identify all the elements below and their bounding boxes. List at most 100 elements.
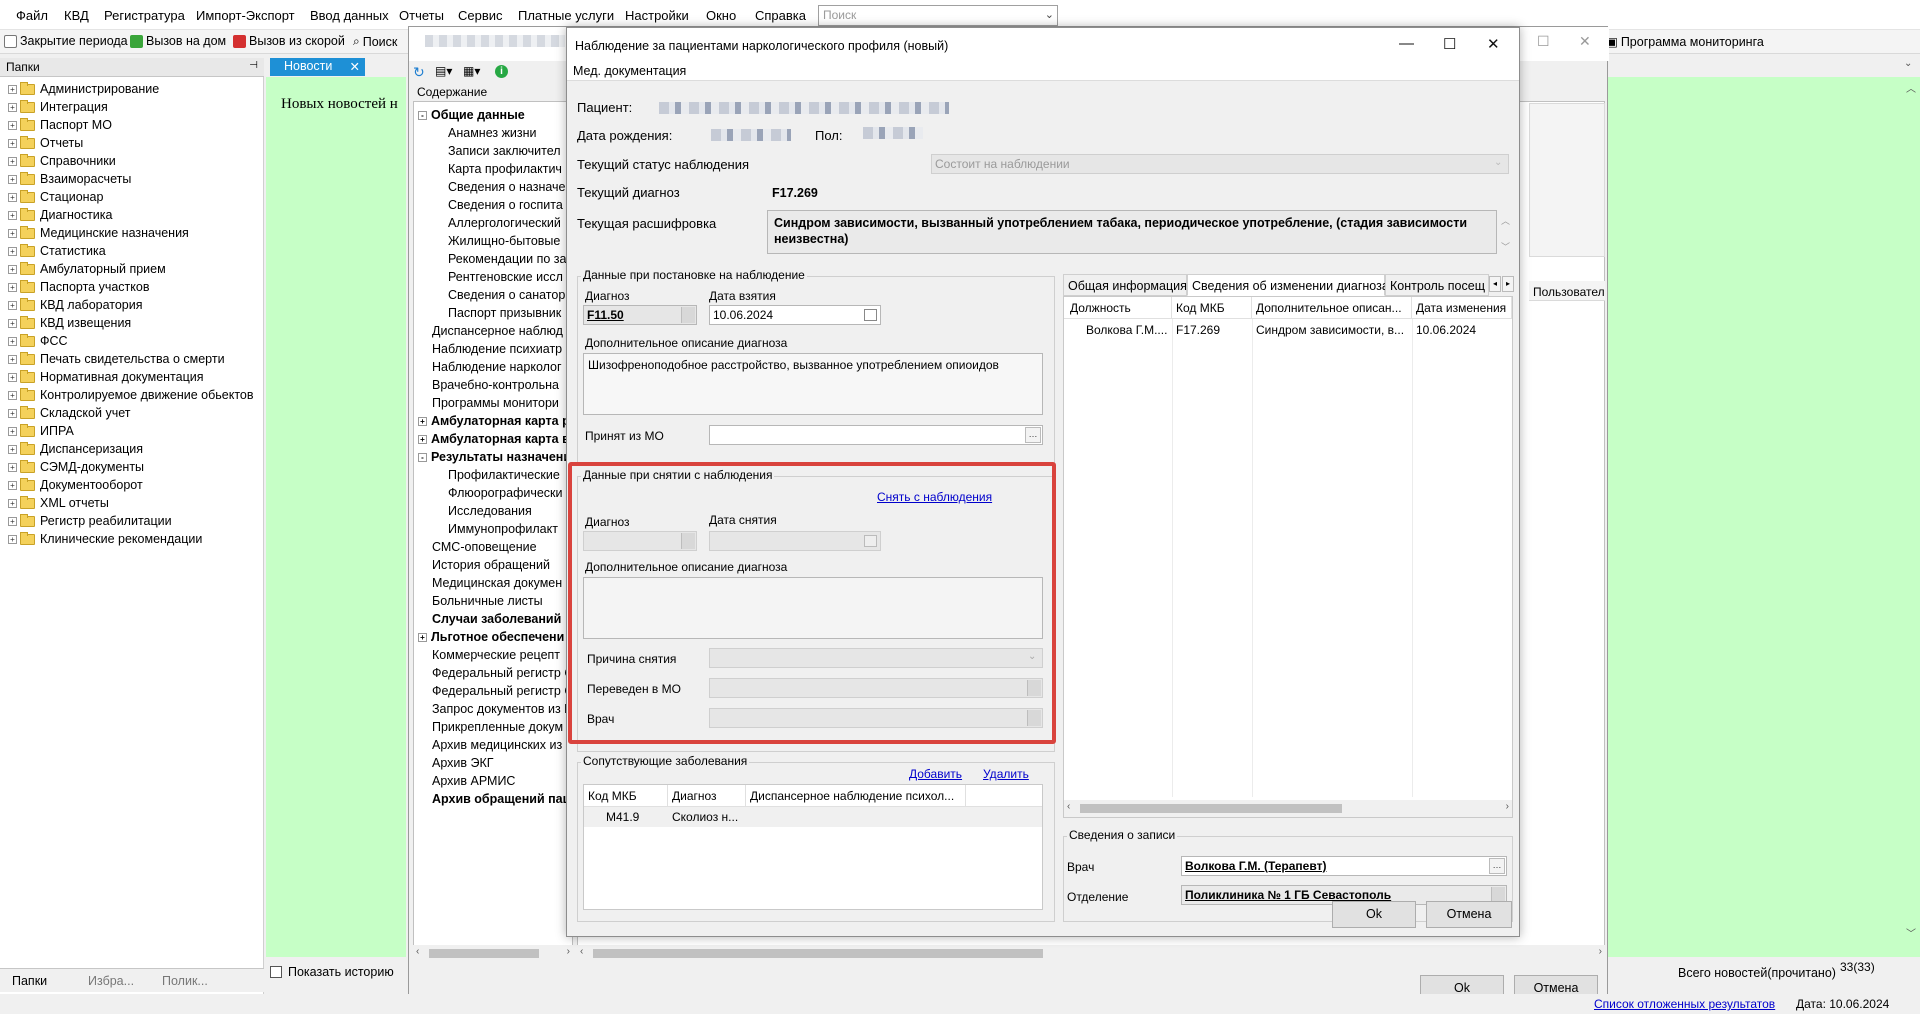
menu-data-entry[interactable]: Ввод данных — [310, 8, 389, 23]
doc-tree-item[interactable]: Анамнез жизни — [448, 124, 537, 142]
menu-kvd[interactable]: КВД — [64, 8, 89, 23]
doc-tree-item[interactable]: Иммунопрофилакт — [448, 520, 558, 538]
deferred-results-link[interactable]: Список отложенных результатов — [1594, 997, 1775, 1011]
expand-icon[interactable]: + — [8, 354, 17, 364]
expand-icon[interactable]: + — [8, 444, 17, 454]
calendar-icon[interactable] — [864, 309, 877, 321]
minimize-icon[interactable]: — — [1399, 35, 1414, 52]
horizontal-scrollbar[interactable]: ‹ › — [413, 945, 573, 962]
folder-item[interactable]: + Паспорт МО — [8, 116, 112, 134]
expand-icon[interactable]: + — [418, 435, 427, 445]
folder-item[interactable]: + Справочники — [8, 152, 116, 170]
add-comorbid-link[interactable]: Добавить — [909, 767, 962, 781]
doc-tree-item[interactable]: Архив медицинских из — [432, 736, 562, 754]
folder-item[interactable]: + Печать свидетельства о смерти — [8, 350, 225, 368]
folder-item[interactable]: + ФСС — [8, 332, 68, 350]
doc-tree-item[interactable]: Наблюдение нарколог — [432, 358, 562, 376]
close-period-button[interactable]: Закрытие периода — [4, 34, 128, 48]
doc-tree-item[interactable]: Запрос документов из Р — [432, 700, 572, 718]
doc-tree-item[interactable]: + Амбулаторная карта ре — [418, 412, 572, 430]
expand-icon[interactable]: + — [8, 120, 17, 130]
monitoring-button[interactable]: ▣ Программа мониторинга — [1606, 34, 1764, 50]
scroll-down-icon[interactable]: ﹀ — [1501, 240, 1510, 253]
chevron-down-icon[interactable]: ⌄ — [1904, 58, 1912, 69]
expand-icon[interactable]: + — [8, 210, 17, 220]
expand-icon[interactable]: + — [8, 480, 17, 490]
doc-tree-item[interactable]: Жилищно-бытовые — [448, 232, 560, 250]
expand-icon[interactable]: + — [8, 246, 17, 256]
ellipsis-button[interactable]: … — [1489, 858, 1505, 874]
maximize-icon[interactable]: ☐ — [1443, 35, 1456, 53]
tab-visit-control[interactable]: Контроль посещ — [1385, 274, 1489, 296]
folder-item[interactable]: + XML отчеты — [8, 494, 109, 512]
reg-date-input[interactable]: 10.06.2024 — [709, 305, 881, 325]
lookup-button[interactable] — [681, 307, 695, 323]
close-icon[interactable]: ✕ — [1487, 35, 1500, 53]
menu-help[interactable]: Справка — [755, 8, 806, 23]
menu-import-export[interactable]: Импорт-Экспорт — [196, 8, 295, 23]
doc-tree-item[interactable]: Записи заключител — [448, 142, 561, 160]
doc-tree-item[interactable]: Флюорографически — [448, 484, 563, 502]
expand-icon[interactable]: - — [418, 111, 427, 121]
status-select[interactable]: Состоит на наблюдении ⌄ — [931, 154, 1509, 174]
scroll-up-icon[interactable]: ︿ — [1501, 214, 1510, 227]
menu-service[interactable]: Сервис — [458, 8, 503, 23]
tab-diagnosis-changes[interactable]: Сведения об изменении диагноза — [1187, 274, 1389, 296]
doc-tree-item[interactable]: Архив ЭКГ — [432, 754, 494, 772]
doc-tree-item[interactable]: Наблюдение психиатр — [432, 340, 562, 358]
doc-tree-item[interactable]: Больничные листы — [432, 592, 543, 610]
expand-icon[interactable]: - — [418, 453, 427, 463]
expand-icon[interactable]: + — [8, 372, 17, 382]
column-header[interactable]: Дополнительное описан... — [1252, 297, 1412, 319]
scroll-up-icon[interactable]: ︿ — [1906, 80, 1916, 95]
doc-tree-item[interactable]: Сведения о назначе — [448, 178, 566, 196]
column-header[interactable]: Диагноз — [668, 785, 746, 807]
doc-tree-item[interactable]: Медицинская докумен — [432, 574, 562, 592]
doc-tree-item[interactable]: Архив обращений пац — [432, 790, 570, 808]
expand-icon[interactable]: + — [8, 426, 17, 436]
tab-scroll-right-icon[interactable]: ▸ — [1502, 276, 1514, 292]
pin-icon[interactable]: ⊣ — [249, 60, 258, 71]
home-call-button[interactable]: Вызов на дом — [130, 34, 226, 48]
menu-paid-services[interactable]: Платные услуги — [518, 8, 614, 23]
dialog-cancel-button[interactable]: Отмена — [1426, 901, 1512, 928]
horizontal-scrollbar[interactable]: ‹ › — [1064, 800, 1512, 817]
menu-file[interactable]: Файл — [16, 8, 48, 23]
doc-tree-item[interactable]: Прикрепленные докум — [432, 718, 563, 736]
table-cell[interactable]: Синдром зависимости, в... — [1252, 320, 1412, 340]
tab-folders[interactable]: Папки — [12, 974, 47, 988]
menu-registry[interactable]: Регистратура — [104, 8, 185, 23]
expand-icon[interactable]: + — [8, 282, 17, 292]
folder-item[interactable]: + Паспорта участков — [8, 278, 150, 296]
ellipsis-button[interactable]: … — [1025, 427, 1041, 443]
folder-item[interactable]: + Интеграция — [8, 98, 108, 116]
doc-tree-item[interactable]: Сведения о санатор — [448, 286, 565, 304]
expand-icon[interactable]: + — [8, 534, 17, 544]
column-header[interactable]: Диспансерное наблюдение психол... — [746, 785, 966, 807]
info-icon[interactable]: i — [495, 65, 508, 78]
folder-item[interactable]: + Клинические рекомендации — [8, 530, 202, 548]
folder-item[interactable]: + СЭМД-документы — [8, 458, 144, 476]
folder-item[interactable]: + Медицинские назначения — [8, 224, 189, 242]
reg-desc-textarea[interactable]: Шизофреноподобное расстройство, вызванно… — [583, 353, 1043, 415]
expand-icon[interactable]: + — [8, 228, 17, 238]
doc-tree-item[interactable]: Врачебно-контрольна — [432, 376, 559, 394]
checkbox-box[interactable] — [270, 966, 282, 978]
delete-comorbid-link[interactable]: Удалить — [983, 767, 1029, 781]
table-cell[interactable]: F17.269 — [1172, 320, 1252, 340]
scroll-down-icon[interactable]: ﹀ — [1906, 925, 1916, 940]
expand-icon[interactable]: + — [8, 138, 17, 148]
doc-tree-item[interactable]: СМС-оповещение — [432, 538, 537, 556]
folder-item[interactable]: + Стационар — [8, 188, 103, 206]
search-button[interactable]: ⌕ Поиск — [353, 34, 397, 49]
doc-tree-item[interactable]: - Общие данные — [418, 106, 525, 124]
folder-item[interactable]: + Диспансеризация — [8, 440, 143, 458]
folder-item[interactable]: + Документооборот — [8, 476, 143, 494]
doc-tree-item[interactable]: Аллергологический — [448, 214, 561, 232]
column-header[interactable]: Код МКБ — [584, 785, 668, 807]
table-cell[interactable]: Волкова Г.М.... — [1082, 320, 1172, 340]
tab-favorites[interactable]: Избра... — [88, 974, 134, 988]
doc-tree-item[interactable]: Рентгеновские иссл — [448, 268, 563, 286]
expand-icon[interactable]: + — [418, 417, 427, 427]
folder-item[interactable]: + Амбулаторный прием — [8, 260, 166, 278]
